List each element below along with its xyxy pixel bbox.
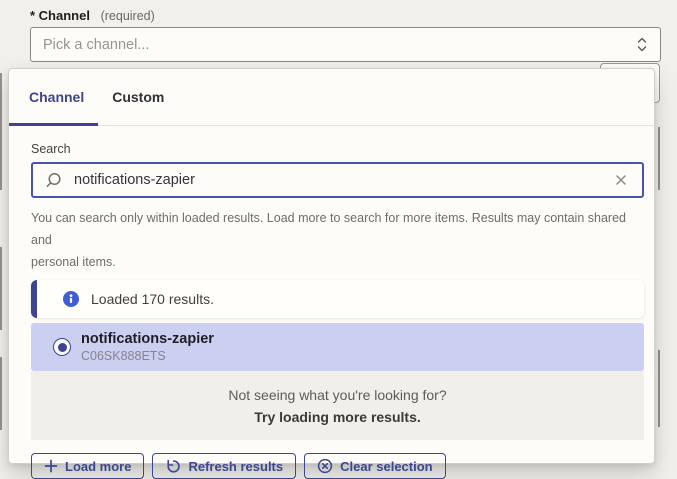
refresh-icon xyxy=(165,458,181,474)
search-label: Search xyxy=(31,142,644,156)
load-more-hint-line1: Not seeing what you're looking for? xyxy=(228,384,446,406)
refresh-results-label: Refresh results xyxy=(188,459,283,474)
channel-select[interactable]: Pick a channel... xyxy=(30,27,661,62)
load-more-button[interactable]: Load more xyxy=(31,453,144,479)
result-name: notifications-zapier xyxy=(81,330,214,348)
background-field-border xyxy=(0,247,2,330)
plus-icon xyxy=(44,459,58,473)
clear-circle-icon xyxy=(317,458,333,474)
clear-selection-label: Clear selection xyxy=(340,459,433,474)
clear-search-icon[interactable] xyxy=(612,171,630,189)
background-field-border xyxy=(0,357,2,430)
background-field-border xyxy=(658,350,660,427)
search-help-text: You can search only within loaded result… xyxy=(31,207,644,273)
result-row-notifications-zapier[interactable]: notifications-zapier C06SK888ETS xyxy=(31,323,644,371)
tab-custom-label: Custom xyxy=(112,89,164,105)
channel-dropdown-panel: Channel Custom Search You can xyxy=(8,68,655,464)
dropdown-actions: Load more Refresh results xyxy=(31,453,644,479)
background-field-border xyxy=(658,127,660,190)
result-id: C06SK888ETS xyxy=(81,348,214,364)
chevron-up-down-icon xyxy=(636,36,648,53)
dropdown-content: Search You can search only within loaded… xyxy=(9,126,654,479)
background-field-border xyxy=(0,73,2,190)
alert-text: Loaded 170 results. xyxy=(91,291,214,307)
channel-field-label: * Channel (required) xyxy=(30,8,155,23)
load-more-label: Load more xyxy=(65,459,131,474)
tab-channel[interactable]: Channel xyxy=(9,69,98,125)
required-hint: (required) xyxy=(101,9,155,23)
search-input[interactable] xyxy=(72,171,612,189)
load-more-hint-line2: Try loading more results. xyxy=(254,406,421,428)
tab-custom[interactable]: Custom xyxy=(98,69,178,125)
refresh-results-button[interactable]: Refresh results xyxy=(152,453,296,479)
tab-channel-label: Channel xyxy=(29,89,84,105)
clear-selection-button[interactable]: Clear selection xyxy=(304,453,446,479)
search-icon xyxy=(45,172,62,189)
channel-label-text: * Channel xyxy=(30,8,90,23)
radio-selected-icon[interactable] xyxy=(53,338,71,356)
load-more-hint-box: Not seeing what you're looking for? Try … xyxy=(31,371,644,440)
dropdown-tabs: Channel Custom xyxy=(9,69,654,126)
page: { "channel_field": { "label": "* Channel… xyxy=(0,0,677,478)
alert-accent-bar xyxy=(31,280,37,318)
channel-select-placeholder: Pick a channel... xyxy=(43,37,149,53)
info-icon xyxy=(63,291,79,307)
search-help-line2: personal items. xyxy=(31,251,644,273)
loaded-results-alert: Loaded 170 results. xyxy=(31,280,644,318)
search-help-line1: You can search only within loaded result… xyxy=(31,207,644,251)
search-input-container xyxy=(31,162,644,198)
